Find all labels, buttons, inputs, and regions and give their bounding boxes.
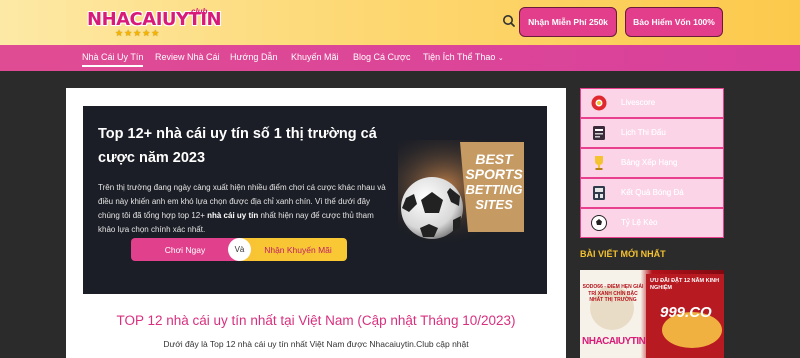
trophy-icon [590,154,608,172]
nav-item-blog[interactable]: Blog Cá Cược [353,52,410,62]
nav-item-review[interactable]: Review Nhà Cái [155,52,220,62]
ad-brand: 999.CO [660,304,712,321]
top-header: NHACAIUYTIN club ★★★★★ Nhận Miễn Phí 250… [0,0,800,45]
sidebar-ad-banner[interactable]: ƯU ĐÃI ĐẶT 12 NĂM KINH NGHIỆM 999.CO SOD… [580,270,724,358]
nav-item-khuyen-mai[interactable]: Khuyến Mãi [291,52,339,62]
cta-group: Chơi Ngay Nhận Khuyến Mãi Và [131,238,347,261]
nav-item-huong-dan[interactable]: Hướng Dẫn [230,52,277,62]
sidebar-item-label: Bảng Xếp Hạng [621,158,678,167]
hero-title: Top 12+ nhà cái uy tín số 1 thị trường c… [98,126,377,166]
nav-item-tien-ich-label: Tiện Ích Thể Thao [423,52,496,62]
get-promo-button[interactable]: Nhận Khuyến Mãi [239,238,347,261]
logo-suffix: club [191,7,208,16]
sidebar-item-ty-le-keo[interactable]: Tỷ Lệ Kèo [580,208,724,238]
article-heading: TOP 12 nhà cái uy tín nhất tại Việt Nam … [116,313,516,328]
hero-description: Trên thị trường đang ngày càng xuất hiện… [98,181,388,237]
ad-promo-text: ƯU ĐÃI ĐẶT 12 NĂM KINH NGHIỆM [650,278,720,291]
livescore-icon [590,94,608,112]
nav-item-nha-cai-uy-tin[interactable]: Nhà Cái Uy Tín [82,52,144,67]
main-nav: Nhà Cái Uy Tín Review Nhà Cái Hướng Dẫn … [0,45,800,71]
sidebar-item-label: Tỷ Lệ Kèo [621,218,658,227]
sidebar-item-livescore[interactable]: Livescore [580,88,724,118]
free-250k-button[interactable]: Nhận Miễn Phí 250k [519,7,617,37]
sidebar-item-label: Kết Quả Bóng Đá [621,188,684,197]
badge-line-2: SPORTS [465,166,523,182]
scoreboard-icon [590,184,608,202]
latest-posts-heading: BÀI VIẾT MỚI NHẤT [580,249,666,259]
sidebar-item-bang-xep-hang[interactable]: Bảng Xếp Hạng [580,148,724,178]
badge-line-3: BETTING [465,182,523,197]
calendar-icon [590,124,608,142]
search-icon[interactable] [499,11,519,31]
cta-separator: Và [228,238,251,261]
hero-desc-link[interactable]: nhà cái uy tín [207,211,258,220]
sidebar-item-label: Livescore [621,98,656,107]
capital-insurance-button[interactable]: Bảo Hiểm Vốn 100% [625,7,723,37]
badge-line-1: BEST [475,151,513,167]
ad-side-text: SODO66 - ĐIỂM HẸN GIẢI TRÍ XANH CHÍN BẬC… [582,284,644,303]
nav-item-tien-ich[interactable]: Tiện Ích Thể Thao ⌄ [423,52,504,62]
ad-logo: NHACAIUYTIN [582,336,646,347]
play-now-button[interactable]: Chơi Ngay [131,238,239,261]
sidebar-item-lich-thi-dau[interactable]: Lịch Thi Đấu [580,118,724,148]
article-intro: Dưới đây là Top 12 nhà cái uy tín nhất V… [163,339,469,349]
soccer-ball-icon [590,214,608,232]
best-sports-betting-image: BEST SPORTS BETTING SITES [398,140,530,242]
site-logo[interactable]: NHACAIUYTIN club ★★★★★ [87,7,222,41]
logo-stars: ★★★★★ [115,28,161,38]
badge-line-4: SITES [475,197,513,212]
sidebar-item-label: Lịch Thi Đấu [621,128,666,137]
sidebar-item-ket-qua[interactable]: Kết Quả Bóng Đá [580,178,724,208]
chevron-down-icon: ⌄ [497,55,504,62]
